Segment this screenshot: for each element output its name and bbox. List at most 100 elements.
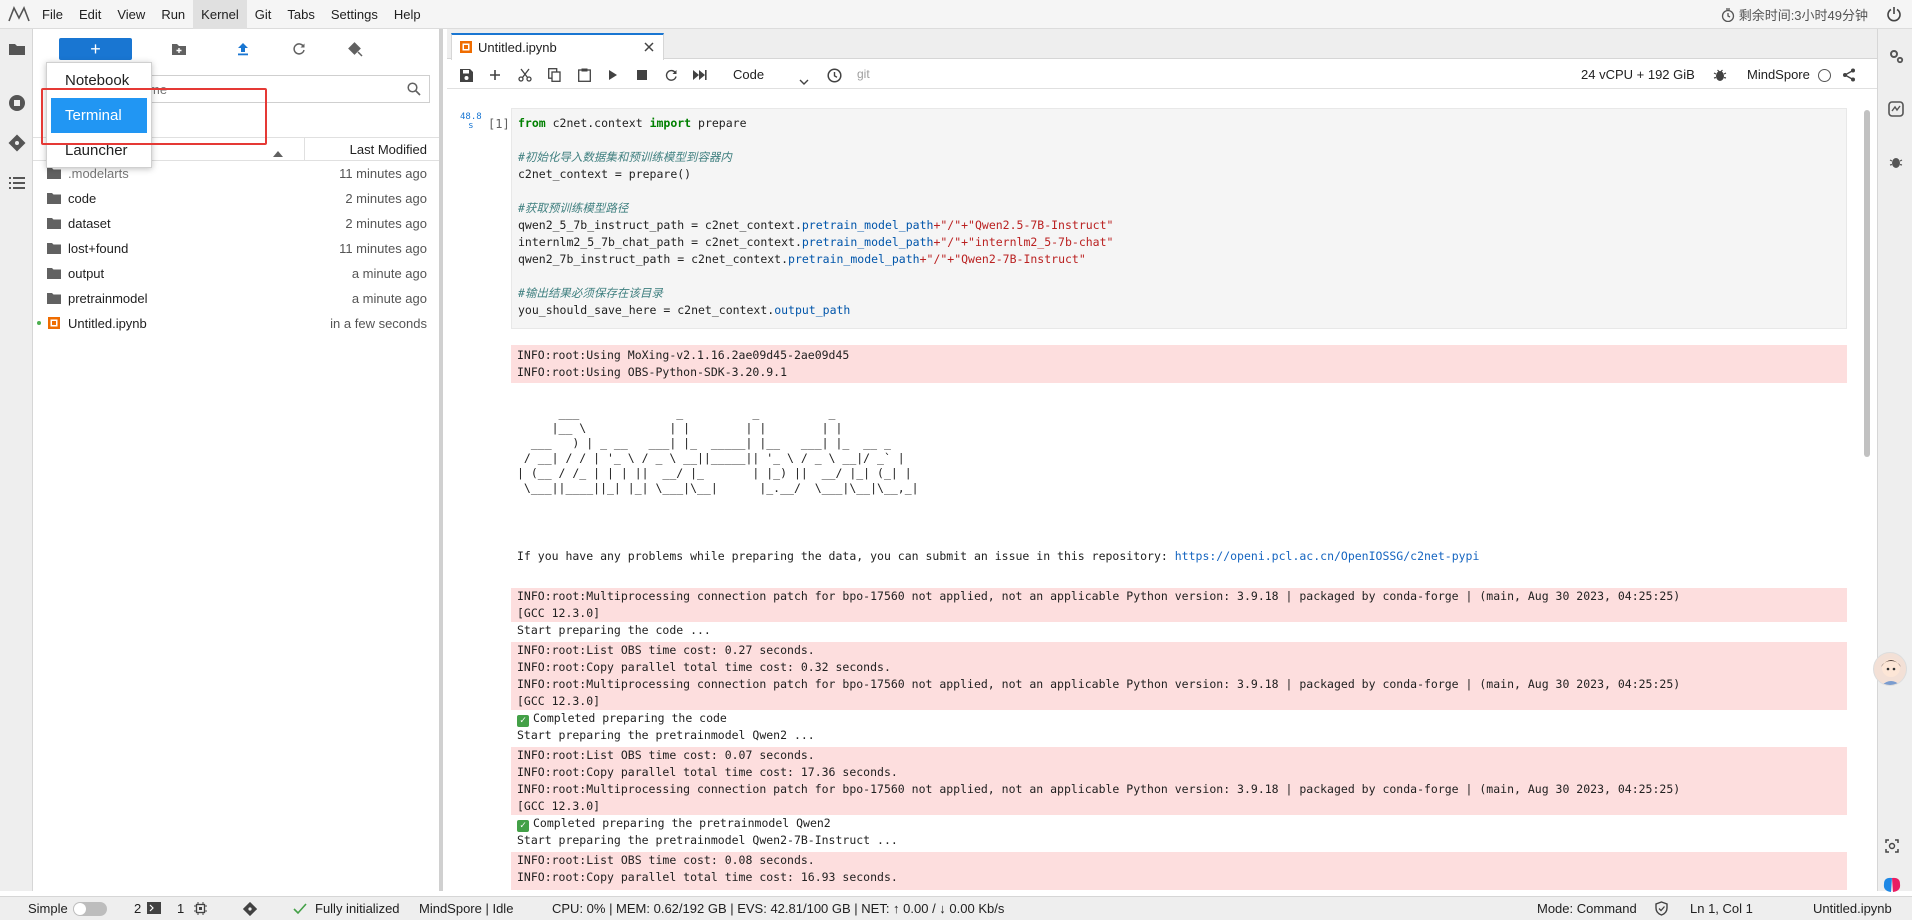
debugger-panel-icon[interactable] [1878, 135, 1912, 188]
menu-help[interactable]: Help [386, 0, 429, 29]
git-icon[interactable] [0, 123, 33, 163]
kernel-status[interactable]: MindSpore | Idle [419, 901, 513, 916]
file-row-lost-found[interactable]: lost+found 11 minutes ago [33, 236, 439, 261]
new-folder-icon[interactable] [170, 40, 188, 58]
menubar: File Edit View Run Kernel Git Tabs Setti… [0, 0, 1912, 29]
execution-time: 48.8 s [460, 112, 482, 131]
file-row-untitled-ipynb[interactable]: Untitled.ipynb in a few seconds [33, 311, 439, 336]
column-last-modified[interactable]: Last Modified [350, 142, 427, 157]
run-icon[interactable] [605, 67, 621, 83]
menu-tabs[interactable]: Tabs [279, 0, 322, 29]
kernel-count[interactable]: 1 [177, 901, 184, 916]
tab-title: Untitled.ipynb [478, 40, 557, 55]
file-modified: 11 minutes ago [339, 166, 427, 181]
cell-type-value: Code [733, 67, 765, 82]
check-icon: ✓ [517, 715, 529, 727]
menu-run[interactable]: Run [153, 0, 193, 29]
menu-view[interactable]: View [109, 0, 153, 29]
trusted-shield-icon[interactable] [1655, 901, 1668, 919]
output-stderr: INFO:root:Multiprocessing connection pat… [511, 588, 1847, 622]
kernel-chip-icon[interactable] [194, 902, 207, 918]
menu-kernel[interactable]: Kernel [193, 0, 247, 29]
git-label[interactable]: git [857, 67, 870, 81]
output-stdout-issue: If you have any problems while preparing… [517, 549, 1480, 563]
file-name: dataset [68, 216, 111, 231]
save-icon[interactable] [458, 67, 474, 83]
notebook-toolbar: Code git 24 vCPU + 192 GiB MindSpore [447, 60, 1877, 89]
notebook-mode: Mode: Command [1537, 901, 1637, 916]
search-icon [407, 82, 421, 99]
cut-icon[interactable] [517, 67, 533, 83]
folder-icon [47, 293, 61, 304]
output-stdout: ✓ Completed preparing the pretrainmodel Q… [511, 815, 1847, 832]
git-clone-icon[interactable] [346, 40, 364, 58]
issue-link[interactable]: https://openi.pcl.ac.cn/OpenIOSSG/c2net-… [1175, 549, 1480, 563]
menu-edit[interactable]: Edit [71, 0, 109, 29]
folder-icon [47, 218, 61, 229]
folder-icon [47, 268, 61, 279]
resource-monitor-icon[interactable] [1878, 82, 1912, 135]
screenshot-icon[interactable] [1884, 838, 1900, 857]
output-stdout: Start preparing the code ... [517, 623, 711, 637]
output-stderr: INFO:root:Using MoXing-v2.1.16.2ae09d45-… [511, 345, 1847, 383]
notebook-scrollbar[interactable] [1862, 100, 1872, 890]
git-status-icon[interactable] [242, 901, 258, 919]
kernel-name[interactable]: MindSpore [1747, 67, 1810, 82]
sort-arrow-icon[interactable] [273, 145, 283, 160]
debugger-icon[interactable] [1712, 67, 1728, 83]
table-of-contents-icon[interactable] [0, 163, 33, 203]
paste-icon[interactable] [576, 67, 592, 83]
folder-icon [47, 243, 61, 254]
terminal-icon[interactable] [147, 902, 161, 917]
refresh-icon[interactable] [290, 40, 308, 58]
cell-type-select[interactable]: Code [733, 64, 813, 85]
cursor-position[interactable]: Ln 1, Col 1 [1690, 901, 1753, 916]
simple-mode-toggle[interactable] [73, 902, 107, 916]
resource-usage: CPU: 0% | MEM: 0.62/192 GB | EVS: 42.81/… [552, 901, 1005, 916]
stop-icon[interactable] [634, 67, 650, 83]
tab-untitled-ipynb[interactable]: Untitled.ipynb [451, 33, 664, 60]
file-row-output[interactable]: output a minute ago [33, 261, 439, 286]
copy-icon[interactable] [546, 67, 562, 83]
scrollbar-thumb[interactable] [1864, 110, 1870, 457]
assistant-avatar[interactable] [1873, 652, 1907, 686]
running-sessions-icon[interactable] [0, 83, 33, 123]
code-editor[interactable]: from c2net.context import prepare #初始化导入… [518, 115, 1113, 319]
file-modified: 2 minutes ago [345, 216, 427, 231]
fast-forward-icon[interactable] [692, 67, 708, 83]
new-launcher-button[interactable]: + [59, 38, 132, 60]
restart-icon[interactable] [663, 67, 679, 83]
menu-git[interactable]: Git [247, 0, 280, 29]
add-cell-icon[interactable] [487, 67, 503, 83]
c2net-ascii-banner: ___ _ _ _ |__ \ | | | | | | ___ ) | _ __… [517, 406, 919, 495]
highlight-box [41, 88, 267, 145]
clock-icon[interactable] [826, 67, 842, 83]
file-row-dataset[interactable]: dataset 2 minutes ago [33, 211, 439, 236]
menu-file[interactable]: File [34, 0, 71, 29]
terminal-count[interactable]: 2 [134, 901, 141, 916]
left-sidebar [0, 29, 33, 891]
file-browser-icon[interactable] [0, 29, 33, 69]
file-name: .modelarts [68, 166, 129, 181]
file-modified: a minute ago [351, 291, 427, 306]
upload-icon[interactable] [234, 40, 252, 58]
file-list: .modelarts 11 minutes ago code 2 minutes… [33, 161, 439, 336]
folder-icon [47, 193, 61, 204]
close-icon[interactable] [643, 41, 655, 56]
file-row-pretrainmodel[interactable]: pretrainmodel a minute ago [33, 286, 439, 311]
code-cell-input[interactable]: from c2net.context import prepare #初始化导入… [511, 108, 1847, 329]
menu-settings[interactable]: Settings [323, 0, 386, 29]
output-stdout: Start preparing the pretrainmodel Qwen2-… [517, 833, 898, 847]
output-stderr: INFO:root:List OBS time cost: 0.08 secon… [511, 852, 1847, 890]
share-icon[interactable] [1841, 67, 1857, 83]
power-icon[interactable] [1886, 6, 1902, 25]
git-check-icon [293, 902, 307, 918]
column-divider[interactable] [304, 138, 305, 160]
file-row-code[interactable]: code 2 minutes ago [33, 186, 439, 211]
ai-brain-icon[interactable] [1881, 876, 1903, 897]
file-name: Untitled.ipynb [68, 316, 147, 331]
remaining-time: 剩余时间:3小时49分钟 [1721, 5, 1868, 24]
property-inspector-icon[interactable] [1878, 29, 1912, 82]
kernel-status-circle [1818, 69, 1831, 82]
git-init-status: Fully initialized [315, 901, 400, 916]
